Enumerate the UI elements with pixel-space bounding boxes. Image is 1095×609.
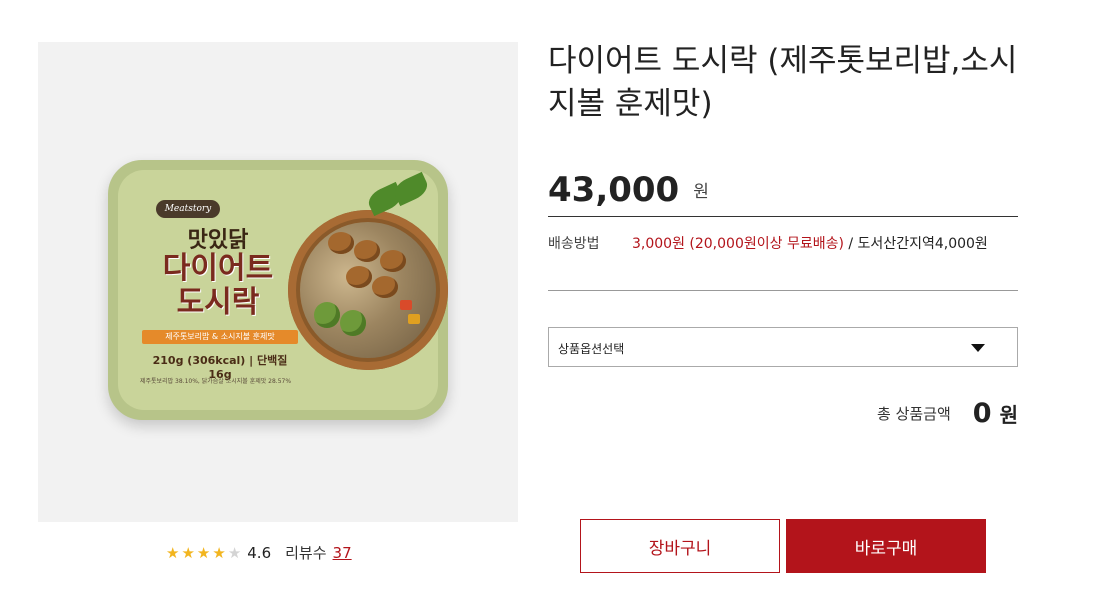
price-currency: 원 — [693, 182, 709, 202]
pepper — [400, 300, 412, 310]
review-count-link[interactable]: 37 — [333, 544, 352, 562]
sausage-ball — [372, 276, 398, 298]
rating-row: ★ ★ ★ ★ ★ 4.6 리뷰수 37 — [166, 542, 352, 563]
package-label: Meatstory 맛있닭 다이어트 도시락 제주톳보리밥 & 소시지볼 훈제맛… — [118, 170, 448, 410]
package-tray: Meatstory 맛있닭 다이어트 도시락 제주톳보리밥 & 소시지볼 훈제맛… — [108, 160, 448, 420]
package-weight: 210g (306kcal) | 단백질 16g — [152, 354, 288, 381]
brussels-sprout — [340, 310, 366, 336]
option-select-value: 상품옵션선택 — [558, 342, 625, 356]
total-unit: 원 — [999, 403, 1018, 427]
brussels-sprout — [314, 302, 340, 328]
rating-stars: ★ ★ ★ ★ ★ — [166, 544, 243, 562]
buy-now-button[interactable]: 바로구매 — [786, 519, 986, 573]
package-fine-print: 제주톳보리밥 38.10%, 닭가슴살 소시지볼 훈제맛 28.57% — [140, 378, 292, 385]
shipping-divider — [548, 290, 1018, 291]
shipping-fee: 3,000원 (20,000원이상 무료배송) — [632, 236, 844, 252]
pepper — [408, 314, 420, 324]
star-icon: ★ — [212, 544, 226, 562]
package-title: 다이어트 도시락 — [138, 252, 298, 320]
caret-down-icon — [971, 344, 985, 352]
sausage-ball — [354, 240, 380, 262]
price-row: 43,000 원 — [548, 170, 709, 210]
product-title: 다이어트 도시락 (제주톳보리밥,소시지볼 훈제맛) — [548, 43, 1018, 122]
shipping-label: 배송방법 — [548, 236, 600, 252]
star-icon: ★ — [196, 544, 211, 562]
add-to-cart-button[interactable]: 장바구니 — [580, 519, 780, 573]
star-icon: ★ — [181, 544, 195, 562]
basil-leaf — [390, 171, 432, 207]
total-label: 총 상품금액 — [877, 405, 951, 423]
total-price-row: 총 상품금액 0 원 — [877, 398, 1018, 429]
shipping-extra: / 도서산간지역4,000원 — [843, 236, 988, 252]
shipping-value: 3,000원 (20,000원이상 무료배송) / 도서산간지역4,000원 — [632, 236, 1018, 252]
review-count-label: 리뷰수 — [285, 544, 327, 562]
star-icon: ★ — [166, 544, 180, 562]
star-icon: ★ — [227, 544, 242, 562]
option-select[interactable]: 상품옵션선택 — [548, 327, 1018, 367]
sausage-ball — [346, 266, 372, 288]
package-title-line1: 다이어트 — [162, 251, 274, 286]
package-subtitle: 제주톳보리밥 & 소시지볼 훈제맛 — [142, 330, 298, 344]
product-image: Meatstory 맛있닭 다이어트 도시락 제주톳보리밥 & 소시지볼 훈제맛… — [38, 42, 518, 522]
price-divider — [548, 216, 1018, 217]
sausage-ball — [328, 232, 354, 254]
food-bowl — [288, 210, 448, 370]
sausage-ball — [380, 250, 406, 272]
package-brand: 맛있닭 — [187, 228, 249, 253]
rating-score: 4.6 — [247, 544, 272, 562]
price: 43,000 — [548, 170, 680, 210]
brand-logo: Meatstory — [156, 200, 220, 218]
package-title-line2: 도시락 — [176, 285, 260, 320]
total-value: 0 — [972, 398, 992, 429]
